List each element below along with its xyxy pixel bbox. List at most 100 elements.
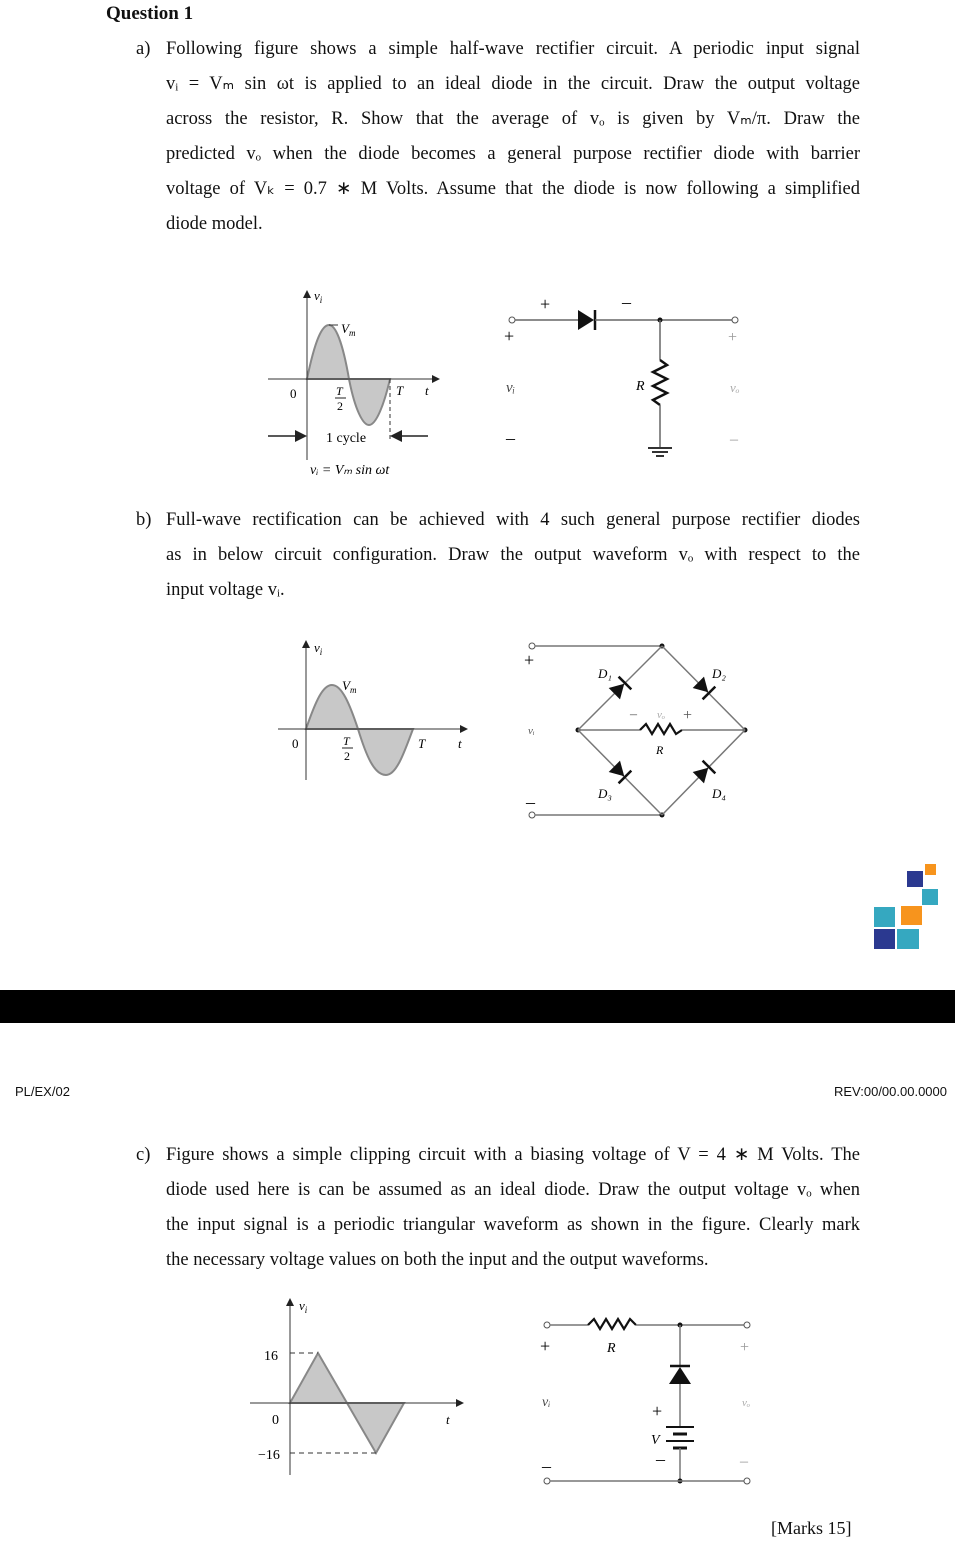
ground-icon bbox=[648, 447, 672, 457]
cycle-label: 1 cycle bbox=[326, 431, 366, 446]
period-label: T bbox=[418, 736, 426, 751]
part-c-triangle-waveform: vi 16 0 −16 t bbox=[250, 1298, 464, 1475]
vo-plus: + bbox=[683, 707, 692, 724]
d3-label: D₃ bbox=[597, 786, 612, 801]
x-axis-label: t bbox=[425, 383, 429, 398]
y-axis-label: vi bbox=[299, 1298, 308, 1315]
output-minus: – bbox=[729, 431, 739, 448]
part-c-line: diode used here is can be assumed as an … bbox=[166, 1180, 860, 1200]
logo-square bbox=[874, 907, 895, 927]
output-plus: + bbox=[728, 329, 737, 346]
y-axis-label: vi bbox=[314, 288, 323, 305]
peak-pos-label: 16 bbox=[264, 1349, 278, 1364]
part-a-label: a) bbox=[136, 39, 151, 59]
logo-square bbox=[907, 871, 923, 887]
origin-label: 0 bbox=[290, 386, 297, 401]
triangle-negative-lobe bbox=[345, 1402, 406, 1456]
input-plus: + bbox=[540, 1336, 550, 1356]
period-label: T bbox=[396, 383, 404, 398]
output-label: vₒ bbox=[742, 1397, 750, 1409]
input-label: vᵢ bbox=[542, 1395, 550, 1410]
input-label: vᵢ bbox=[528, 725, 535, 737]
part-a-sine-waveform: vi Vm 0 T 2 T t 1 cycle vᵢ = Vₘ sin ωt bbox=[268, 288, 440, 478]
diode-minus: – bbox=[621, 292, 632, 312]
resistor-symbol bbox=[639, 721, 683, 737]
y-axis-label: vi bbox=[314, 640, 323, 657]
part-a-line: predicted vₒ when the diode becomes a ge… bbox=[166, 144, 860, 164]
marks-label: [Marks 15] bbox=[771, 1518, 852, 1538]
part-b-line: Full-wave rectification can be achieved … bbox=[166, 510, 860, 530]
part-c-line: Figure shows a simple clipping circuit w… bbox=[166, 1145, 860, 1165]
part-a-line: diode model. bbox=[166, 214, 263, 234]
part-c-text: c) Figure shows a simple clipping circui… bbox=[136, 1138, 860, 1278]
battery-minus: – bbox=[655, 1449, 666, 1469]
origin-label: 0 bbox=[292, 736, 299, 751]
input-minus: – bbox=[505, 428, 516, 448]
part-c-line: the necessary voltage values on both the… bbox=[166, 1250, 709, 1270]
d2-label: D₂ bbox=[711, 666, 726, 681]
resistor-label: R bbox=[655, 743, 664, 757]
resistor-label: R bbox=[635, 379, 645, 394]
resistor-label: R bbox=[606, 1341, 616, 1356]
battery-plus: + bbox=[652, 1401, 662, 1421]
part-a-text: a) Following figure shows a simple half-… bbox=[136, 32, 860, 242]
output-minus: – bbox=[739, 1453, 749, 1470]
triangle-positive-lobe bbox=[288, 1350, 349, 1404]
resistor-symbol bbox=[587, 1316, 637, 1332]
question-title: Question 1 bbox=[106, 3, 194, 24]
sine-negative-lobe bbox=[356, 728, 415, 777]
half-period-num: T bbox=[343, 734, 351, 748]
full-wave-bridge-circuit: + vᵢ – D₁ D₂ D₃ D₄ – vₒ + R bbox=[524, 642, 748, 819]
part-a-line: across the resistor, R. Show that the av… bbox=[166, 109, 860, 129]
input-minus: – bbox=[541, 1456, 552, 1476]
d4-label: D₄ bbox=[711, 786, 726, 801]
output-label: vₒ bbox=[730, 380, 740, 395]
part-c-line: the input signal is a periodic triangula… bbox=[166, 1215, 860, 1235]
resistor-symbol bbox=[650, 358, 670, 407]
battery-icon bbox=[666, 1426, 694, 1450]
x-axis-label: t bbox=[446, 1412, 450, 1427]
logo-square bbox=[925, 864, 936, 875]
diode-symbol bbox=[578, 310, 594, 330]
logo-square bbox=[922, 889, 938, 905]
part-a-line: vᵢ = Vₘ sin ωt is applied to an ideal di… bbox=[166, 74, 860, 94]
revision-code: REV:00/00.00.0000 bbox=[834, 1084, 947, 1099]
half-period-num: T bbox=[336, 384, 344, 398]
company-logo bbox=[870, 860, 945, 950]
logo-square bbox=[874, 929, 895, 949]
output-plus: + bbox=[740, 1339, 749, 1356]
input-plus: + bbox=[504, 326, 514, 346]
peak-label: Vm bbox=[342, 678, 357, 695]
origin-label: 0 bbox=[272, 1413, 279, 1428]
part-a-line: Following figure shows a simple half-wav… bbox=[166, 39, 860, 59]
page-separator-band bbox=[0, 990, 955, 1023]
diode-symbol bbox=[669, 1364, 691, 1384]
part-b-line: as in below circuit configuration. Draw … bbox=[166, 545, 860, 565]
part-b-line: input voltage vᵢ. bbox=[166, 580, 285, 600]
half-wave-rectifier-circuit: + – + vᵢ – R + vₒ – bbox=[504, 292, 740, 457]
peak-neg-label: −16 bbox=[258, 1448, 280, 1463]
logo-square bbox=[901, 906, 922, 925]
input-plus: + bbox=[524, 650, 534, 670]
x-axis-label: t bbox=[458, 736, 462, 751]
part-a-line: voltage of Vₖ = 0.7 ∗ M Volts. Assume th… bbox=[166, 179, 860, 199]
input-minus: – bbox=[525, 792, 536, 812]
part-b-sine-waveform: vi Vm 0 T 2 T t bbox=[278, 640, 468, 780]
sine-negative-lobe bbox=[347, 378, 392, 427]
input-label: vᵢ bbox=[506, 380, 515, 396]
vo-minus: – bbox=[629, 707, 638, 722]
equation-label: vᵢ = Vₘ sin ωt bbox=[310, 463, 390, 478]
clipping-circuit: + R vᵢ – + V – + vₒ – bbox=[540, 1316, 751, 1485]
diode-plus: + bbox=[540, 294, 550, 314]
part-b-label: b) bbox=[136, 510, 152, 530]
half-period-den: 2 bbox=[344, 749, 350, 763]
logo-square bbox=[897, 929, 919, 949]
doc-code: PL/EX/02 bbox=[15, 1084, 70, 1099]
part-b-text: b) Full-wave rectification can be achiev… bbox=[136, 503, 860, 608]
part-c-label: c) bbox=[136, 1145, 151, 1165]
battery-label: V bbox=[651, 1433, 661, 1448]
half-period-den: 2 bbox=[337, 399, 343, 413]
vo-label: vₒ bbox=[657, 709, 665, 721]
d1-label: D₁ bbox=[597, 666, 612, 681]
peak-label: Vm bbox=[341, 321, 356, 338]
